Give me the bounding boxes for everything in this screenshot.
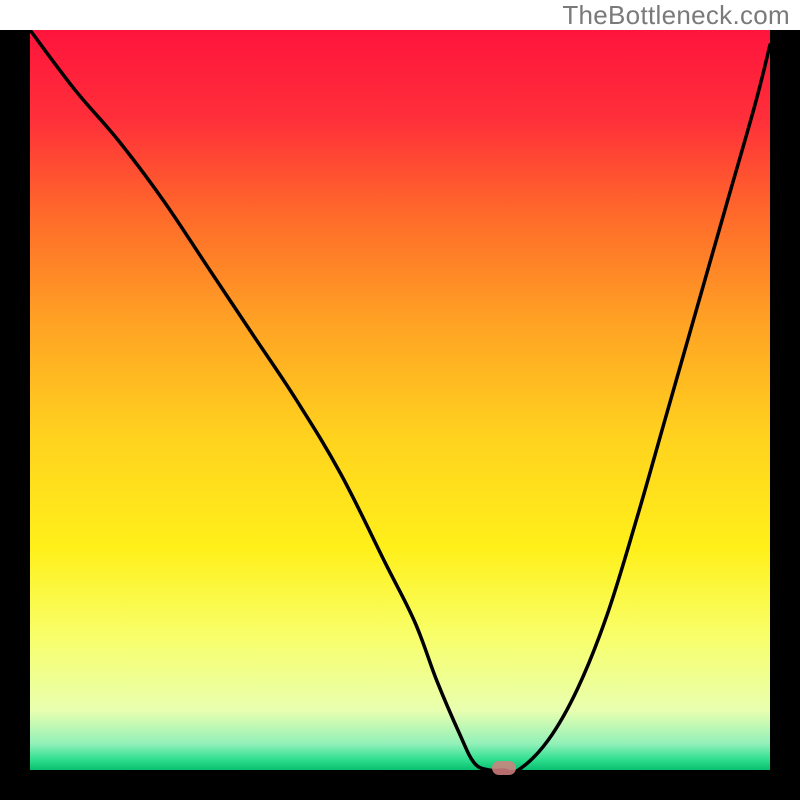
frame-bottom [0, 770, 800, 800]
watermark-text: TheBottleneck.com [562, 0, 790, 31]
frame-right [770, 30, 800, 800]
chart-container: TheBottleneck.com [0, 0, 800, 800]
plot-area [30, 30, 770, 770]
optimum-marker [492, 761, 516, 775]
gradient-background [30, 30, 770, 770]
plot-svg [30, 30, 770, 770]
frame-left [0, 30, 30, 800]
